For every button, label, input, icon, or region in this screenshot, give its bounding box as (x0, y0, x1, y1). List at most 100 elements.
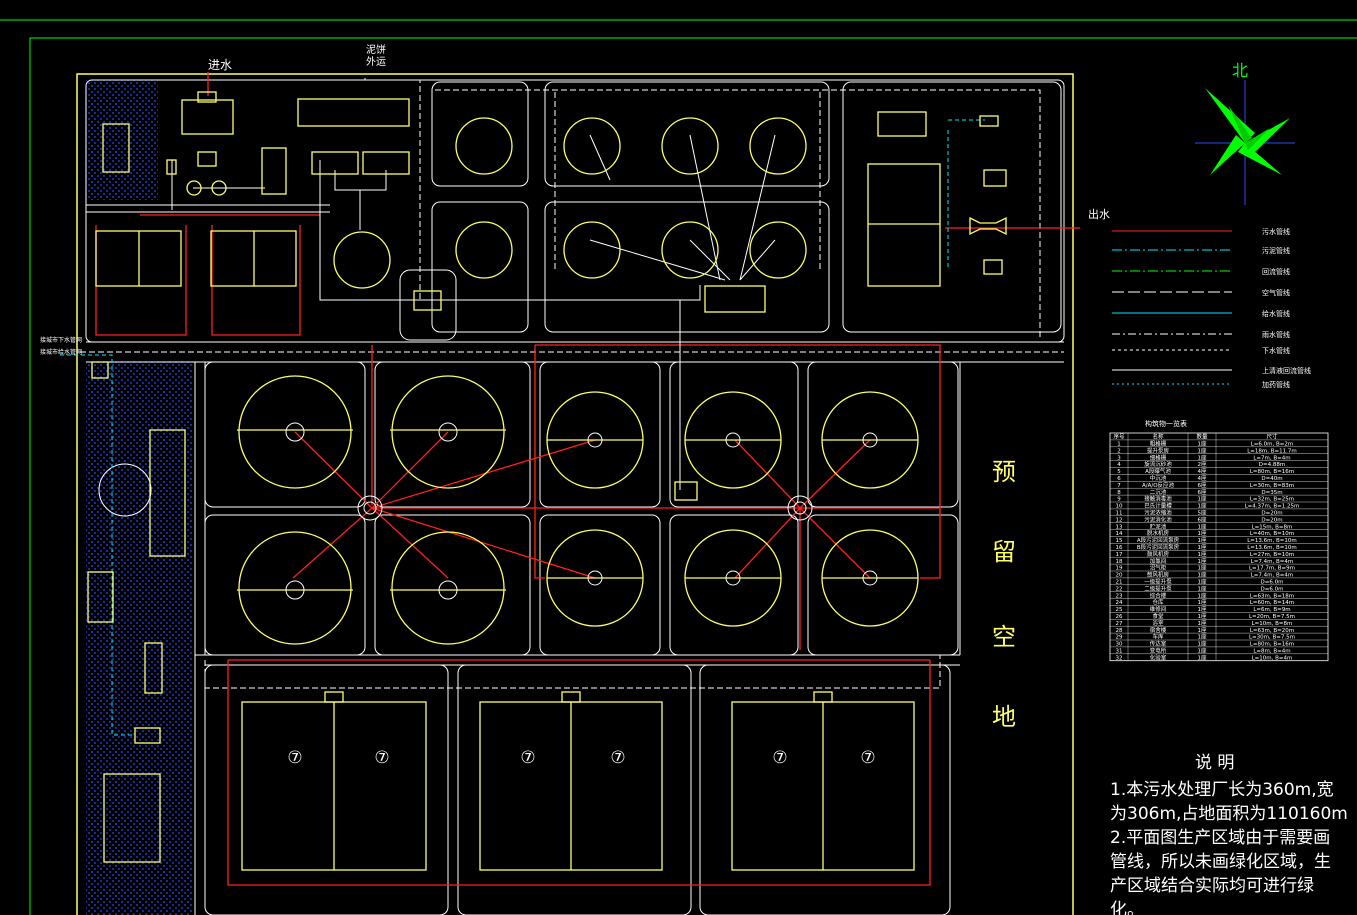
table-cell: 1座 (1198, 647, 1207, 655)
table-cell: 巴氏计量槽 (1144, 502, 1172, 510)
table-cell: 31 (1116, 649, 1123, 655)
tank-7-number: ⑦ (520, 748, 535, 768)
table-cell: 1座 (1198, 578, 1207, 586)
note-line: 1.本污水处理厂长为360m,宽 (1110, 780, 1334, 800)
legend-label: 污水管线 (1262, 227, 1290, 236)
legend-label: 污泥管线 (1262, 246, 1290, 255)
tank-7-number: ⑦ (772, 748, 787, 768)
table-cell: L=27m, B=10m (1250, 552, 1294, 558)
site-boundary (76, 73, 1074, 915)
table-cell: L=17.7m, B=9m (1249, 566, 1295, 572)
table-cell: 细格栅 (1150, 453, 1167, 461)
table-cell: 1座 (1198, 536, 1207, 544)
notes-body: 1.本污水处理厂长为360m,宽为306m,占地面积为110160m 2.平面图生… (1110, 780, 1348, 915)
table-cell: 1座 (1198, 446, 1207, 454)
table-cell: 二级提升泵 (1144, 584, 1172, 592)
table-cell: 维修间 (1150, 605, 1167, 613)
table-cell: L=15m, B=8m (1252, 524, 1293, 530)
table-cell: 28 (1116, 628, 1123, 634)
table-cell: A段曝气池 (1145, 467, 1171, 475)
table-cell: 鼓风机房 (1147, 550, 1170, 558)
table-cell: L=7.4m, B=4m (1251, 559, 1294, 565)
table-cell: 1座 (1198, 626, 1207, 634)
table-cell: 脱水机房 (1147, 529, 1170, 537)
table-cell: 中沉池 (1150, 474, 1167, 482)
left-note-water: 接城市给水管网 (40, 348, 82, 356)
table-cell: 32 (1116, 655, 1123, 661)
table-cell: L=30m, B=7.5m (1249, 635, 1295, 641)
table-cell: L=63m, B=18m (1250, 593, 1294, 599)
compass-rose (1195, 80, 1295, 205)
dashed-pipes (80, 78, 1064, 689)
table-cell: 10 (1116, 504, 1123, 510)
legend-label: 给水管线 (1262, 309, 1290, 318)
table-cell: A段污泥回流泵房 (1137, 536, 1180, 544)
table-cell: 1座 (1198, 653, 1207, 661)
outlet-label: 出水 (1088, 207, 1110, 221)
table-cell: L=10m, B=8m (1252, 621, 1293, 627)
table-cell: L=10m, B=4m (1252, 655, 1293, 661)
tank-7-number: ⑦ (610, 748, 625, 768)
table-cell: 22 (1116, 586, 1123, 592)
table-cell: 1座 (1198, 571, 1207, 579)
reserved-area-char: 地 (992, 703, 1016, 731)
table-cell: B段污泥回流泵房 (1137, 543, 1180, 551)
table-header-cell: 名称 (1152, 433, 1164, 441)
table-header-cell: 序号 (1113, 433, 1125, 441)
table-cell: 综合楼 (1150, 591, 1167, 599)
table-cell: D=20m (1261, 517, 1282, 523)
table-cell: 传达室 (1150, 640, 1167, 648)
reserved-area-char: 留 (992, 538, 1016, 566)
table-cell: 提升泵房 (1147, 446, 1170, 454)
tank-7-number: ⑦ (860, 748, 875, 768)
table-cell: L=20m, B=7.5m (1249, 614, 1295, 620)
table-cell: 2 (1117, 448, 1121, 454)
sewage-pipes (95, 72, 1080, 886)
table-cell: 19 (1116, 566, 1123, 572)
table-cell: 20 (1116, 573, 1123, 579)
table-cell: 12 (1116, 517, 1123, 523)
table-cell: 加氯间 (1150, 557, 1167, 565)
legend-label: 回流管线 (1262, 267, 1290, 276)
table-cell: 1座 (1198, 440, 1207, 448)
left-note-sewer: 接城市下水管网 (40, 336, 82, 344)
table-cell: 6座 (1198, 481, 1207, 489)
table-cell: 1座 (1198, 591, 1207, 599)
table-cell: L=7.4m, B=4m (1251, 573, 1294, 579)
table-cell: 6座 (1198, 488, 1207, 496)
sludge-label-1: 泥饼 (366, 43, 386, 56)
table-cell: 13 (1116, 524, 1123, 530)
table-cell: 1座 (1198, 640, 1207, 648)
table-cell: L=18m, B=11.7m (1247, 448, 1297, 454)
table-cell: 1座 (1198, 502, 1207, 510)
table-cell: 15 (1116, 538, 1123, 544)
inlet-label: 进水 (208, 58, 232, 72)
table-cell: 11 (1116, 511, 1123, 517)
table-cell: 1座 (1198, 633, 1207, 641)
reserved-area-char: 预 (992, 458, 1016, 486)
table-cell: L=13.6m, B=10m (1247, 545, 1297, 551)
table-cell: L=60m, B=14m (1250, 600, 1294, 606)
table-cell: 二沉池 (1150, 488, 1167, 496)
legend-label: 加药管线 (1262, 380, 1290, 389)
table-cell: D=6.0m (1261, 580, 1284, 586)
table-cell: A/A/O反应池 (1142, 481, 1175, 489)
table-cell: 6座 (1198, 515, 1207, 523)
plant-layout-drawing: 污水管线污泥管线回流管线空气管线给水管线雨水管线下水管线上清液回流管线加药管线 … (0, 19, 1357, 915)
table-cell: L=40m, B=10m (1250, 531, 1294, 537)
tank-7-number: ⑦ (374, 748, 389, 768)
table-cell: 1座 (1198, 584, 1207, 592)
table-cell: 粗格栅 (1150, 440, 1167, 448)
table-cell: D=4.88m (1259, 462, 1285, 468)
table-header-cell: 数量 (1196, 433, 1208, 441)
table-cell: D=20m (1261, 511, 1282, 517)
table-cell: 7 (1117, 483, 1121, 489)
legend-lines (1112, 230, 1232, 385)
table-cell: L=4.37m, B=1.25m (1245, 504, 1300, 510)
table-cell: 4座 (1198, 467, 1207, 475)
table-cell: L=80m, B=16m (1250, 469, 1294, 475)
table-cell: 2座 (1198, 460, 1207, 468)
table-cell: 1座 (1198, 495, 1207, 503)
table-cell: 29 (1116, 635, 1123, 641)
reserved-area-label: 预留空地 (992, 458, 1016, 731)
